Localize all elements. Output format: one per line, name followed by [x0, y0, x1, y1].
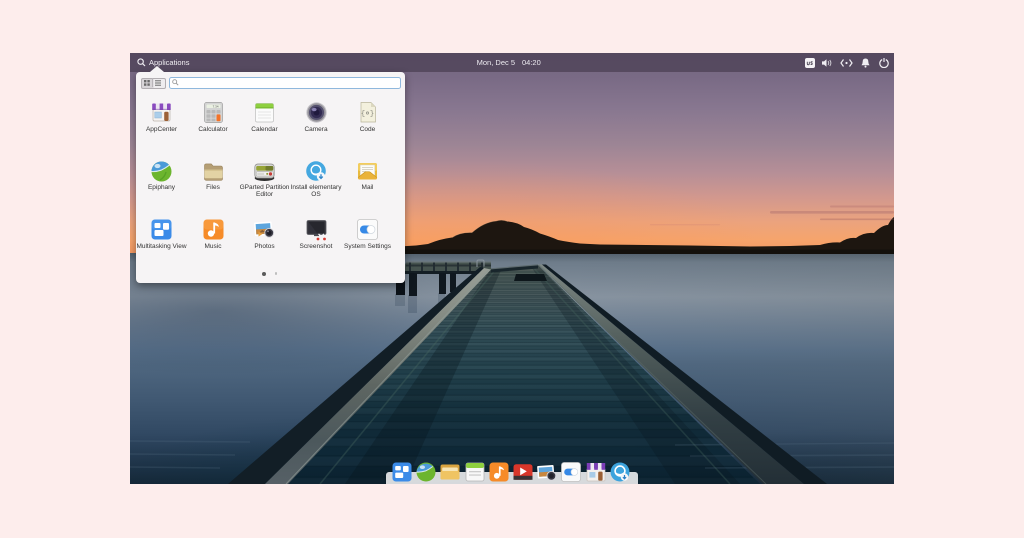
svg-text:7.34: 7.34 — [212, 105, 218, 109]
